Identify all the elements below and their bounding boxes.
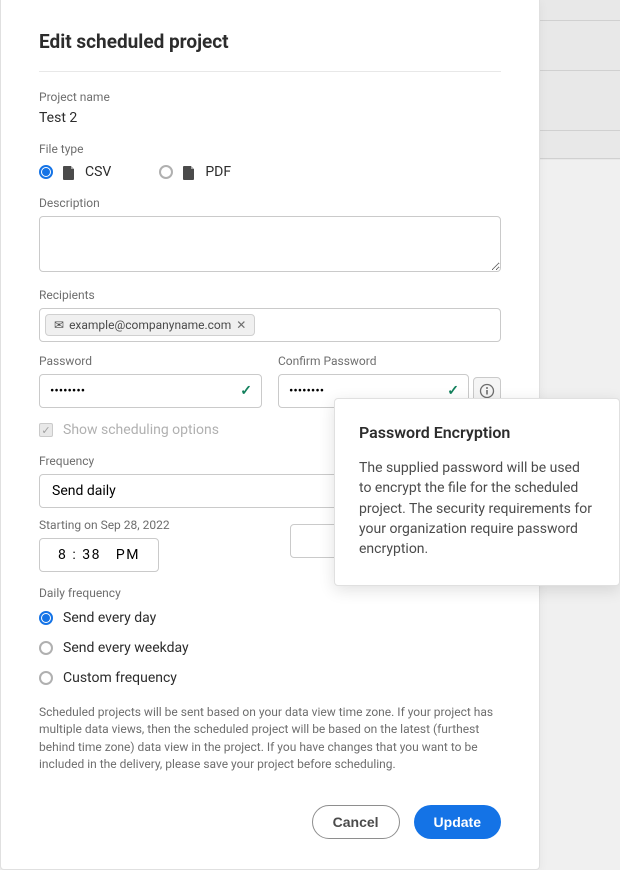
start-time-input[interactable] xyxy=(39,538,159,572)
daily-custom-radio[interactable]: Custom frequency xyxy=(39,670,501,686)
radio-icon xyxy=(39,165,53,179)
file-type-pdf-label: PDF xyxy=(205,164,231,180)
daily-frequency-radios: Send every day Send every weekday Custom… xyxy=(39,610,501,686)
project-name-label: Project name xyxy=(39,90,501,104)
daily-every-day-label: Send every day xyxy=(63,610,156,626)
show-scheduling-checkbox[interactable]: ✓ xyxy=(39,423,53,437)
cancel-button[interactable]: Cancel xyxy=(312,805,400,839)
valid-check-icon: ✓ xyxy=(240,383,252,399)
popover-title: Password Encryption xyxy=(359,423,595,442)
file-type-csv-label: CSV xyxy=(85,164,111,180)
file-type-csv-radio[interactable]: CSV xyxy=(39,164,111,180)
mail-icon: ✉ xyxy=(54,318,64,332)
daily-custom-label: Custom frequency xyxy=(63,670,177,686)
valid-check-icon: ✓ xyxy=(447,383,459,399)
dialog-title: Edit scheduled project xyxy=(39,30,501,53)
daily-every-day-radio[interactable]: Send every day xyxy=(39,610,501,626)
frequency-value: Send daily xyxy=(52,483,116,499)
project-name-value: Test 2 xyxy=(39,110,501,126)
page-backdrop-header xyxy=(540,0,620,160)
password-label: Password xyxy=(39,354,262,368)
recipients-input[interactable]: ✉ example@companyname.com ✕ xyxy=(39,308,501,342)
info-icon xyxy=(479,383,495,399)
starting-on-label: Starting on Sep 28, 2022 xyxy=(39,518,170,532)
file-type-label: File type xyxy=(39,142,501,156)
recipient-chip: ✉ example@companyname.com ✕ xyxy=(45,314,255,336)
popover-body: The supplied password will be used to en… xyxy=(359,458,595,559)
daily-frequency-label: Daily frequency xyxy=(39,586,501,600)
radio-icon xyxy=(39,611,53,625)
radio-icon xyxy=(159,165,173,179)
description-textarea[interactable] xyxy=(39,216,501,272)
password-field[interactable] xyxy=(39,374,262,408)
password-encryption-popover: Password Encryption The supplied passwor… xyxy=(334,398,620,586)
show-scheduling-label: Show scheduling options xyxy=(63,422,219,438)
recipient-email: example@companyname.com xyxy=(69,318,231,332)
file-type-pdf-radio[interactable]: PDF xyxy=(159,164,231,180)
description-label: Description xyxy=(39,196,501,210)
scheduling-help-text: Scheduled projects will be sent based on… xyxy=(39,704,501,774)
dialog-footer: Cancel Update xyxy=(312,805,501,839)
radio-icon xyxy=(39,641,53,655)
file-type-radios: CSV PDF xyxy=(39,164,501,180)
recipients-label: Recipients xyxy=(39,288,501,302)
remove-recipient-icon[interactable]: ✕ xyxy=(236,318,246,332)
file-pdf-icon xyxy=(183,165,195,179)
divider xyxy=(39,71,501,72)
file-csv-icon xyxy=(63,165,75,179)
update-button[interactable]: Update xyxy=(414,805,501,839)
radio-icon xyxy=(39,671,53,685)
daily-every-weekday-radio[interactable]: Send every weekday xyxy=(39,640,501,656)
daily-every-weekday-label: Send every weekday xyxy=(63,640,189,656)
confirm-password-label: Confirm Password xyxy=(278,354,501,368)
